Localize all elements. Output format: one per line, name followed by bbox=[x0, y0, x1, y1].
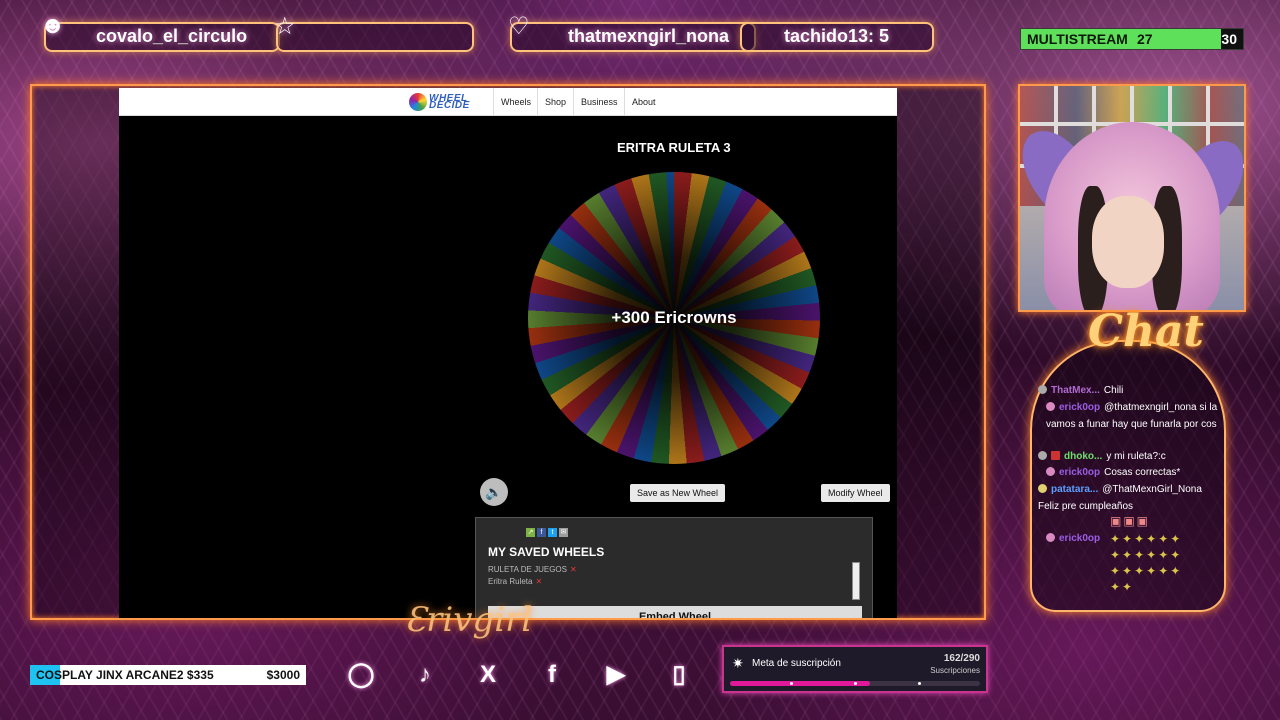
nav-shop[interactable]: Shop bbox=[537, 88, 573, 116]
mod-badge-icon bbox=[1051, 451, 1060, 460]
chat-message: erick0op bbox=[1046, 531, 1106, 548]
instagram-icon: ◯ bbox=[347, 661, 375, 688]
streamer-face bbox=[1092, 196, 1164, 288]
wheel-result: +300 Ericrowns bbox=[611, 308, 737, 327]
chat-message: patatara... @ThatMexnGirl_Nona Feliz pre … bbox=[1038, 482, 1220, 515]
star-icon: ☆ bbox=[274, 13, 296, 40]
saved-wheel-label[interactable]: Eritra Ruleta bbox=[488, 577, 532, 586]
sub-goal-fill bbox=[730, 681, 870, 686]
star-burst-icon: ✷ bbox=[732, 655, 744, 671]
tiktok-icon: ♪ bbox=[419, 661, 431, 688]
chat-text: y mi ruleta?:c bbox=[1106, 451, 1166, 462]
saved-wheel-label[interactable]: RULETA DE JUEGOS bbox=[488, 565, 567, 574]
chat-username[interactable]: ThatMex... bbox=[1051, 385, 1100, 396]
twitter-share-icon[interactable]: t bbox=[548, 528, 557, 537]
user-icon: ☻ bbox=[40, 12, 66, 39]
cosplay-goal-bar: COSPLAY JINX ARCANE2 $335 $3000 bbox=[30, 665, 306, 685]
badge-icon bbox=[1038, 484, 1047, 493]
recent-sub-name: thatmexngirl_nona bbox=[568, 26, 730, 46]
chat-username[interactable]: erick0op bbox=[1059, 533, 1100, 544]
chat-text: Cosas correctas* bbox=[1104, 467, 1181, 478]
chat-message: erick0op Cosas correctas* bbox=[1046, 465, 1222, 482]
multistream-label: MULTISTREAM bbox=[1027, 31, 1128, 47]
nav-business[interactable]: Business bbox=[573, 88, 625, 116]
badge-icon bbox=[1038, 385, 1047, 394]
sub-goal-card: ✷ Meta de suscripción 162/290 Suscripcio… bbox=[722, 645, 988, 693]
badge-icon bbox=[1046, 533, 1055, 542]
saved-wheel-item[interactable]: RULETA DE JUEGOS ✕ bbox=[488, 565, 577, 574]
sub-goal-unit: Suscripciones bbox=[930, 666, 980, 675]
save-as-new-wheel-button[interactable]: Save as New Wheel bbox=[630, 484, 726, 502]
milestone-dot bbox=[790, 682, 793, 685]
streamer-signature-logo: Ɛrivgirl bbox=[405, 600, 533, 640]
site-navbar: WHEEL DECIDE Wheels Shop Business About bbox=[119, 88, 897, 116]
saved-wheels-title: MY SAVED WHEELS bbox=[488, 545, 605, 559]
youtube-icon: ▶ bbox=[606, 661, 626, 688]
wheel-title: ERITRA RULETA 3 bbox=[617, 140, 731, 155]
multistream-count: 27 bbox=[1137, 31, 1153, 47]
milestone-dot bbox=[854, 682, 857, 685]
facebook-share-icon[interactable]: f bbox=[537, 528, 546, 537]
chat-emotes: ▣▣▣ bbox=[1110, 514, 1151, 528]
chat-username[interactable]: erick0op bbox=[1059, 402, 1100, 413]
sub-goal-track bbox=[730, 681, 980, 686]
wheel-logo-icon bbox=[409, 93, 427, 111]
email-share-icon[interactable]: ✉ bbox=[559, 528, 568, 537]
chat-emotes: ✦✦✦✦✦✦ ✦✦✦✦✦✦ ✦✦✦✦✦✦ ✦✦ bbox=[1110, 532, 1183, 594]
recent-follower-name: covalo_el_circulo bbox=[96, 26, 248, 46]
heart-icon: ♡ bbox=[508, 13, 530, 40]
webcam-frame bbox=[1018, 84, 1246, 312]
saved-wheel-item[interactable]: Eritra Ruleta ✕ bbox=[488, 577, 542, 586]
embed-wheel-button[interactable]: Embed Wheel bbox=[488, 606, 862, 618]
chat-message: erick0op @thatmexngirl_nona si la vamos a… bbox=[1046, 400, 1222, 433]
badge-icon bbox=[1038, 451, 1047, 460]
modify-wheel-button[interactable]: Modify Wheel bbox=[821, 484, 890, 502]
x-icon: X bbox=[479, 661, 496, 688]
chat-username[interactable]: dhoko... bbox=[1064, 451, 1102, 462]
sub-goal-count: 162/290 bbox=[943, 653, 980, 664]
chat-text: Chili bbox=[1103, 385, 1124, 396]
chat-username[interactable]: erick0op bbox=[1059, 467, 1100, 478]
goal-label: COSPLAY JINX ARCANE2 $335 bbox=[36, 668, 214, 682]
twitch-icon: ▯ bbox=[672, 661, 686, 688]
goal-target: $3000 bbox=[266, 668, 300, 682]
badge-icon bbox=[1046, 467, 1055, 476]
sub-goal-title: Meta de suscripción bbox=[752, 658, 841, 669]
nav-about[interactable]: About bbox=[624, 88, 663, 116]
share-icon[interactable]: ↗ bbox=[526, 528, 535, 537]
logo-text: WHEEL DECIDE bbox=[429, 93, 470, 111]
chat-message: dhoko... y mi ruleta?:c bbox=[1038, 449, 1220, 466]
chat-username[interactable]: patatara... bbox=[1051, 484, 1098, 495]
top-gift-name: tachido13: 5 bbox=[784, 26, 890, 46]
facebook-icon: f bbox=[548, 661, 556, 688]
sound-toggle-icon[interactable]: 🔈 bbox=[480, 478, 508, 506]
saved-wheels-panel: ↗ f t ✉ MY SAVED WHEELS RULETA DE JUEGOS ✕ E… bbox=[475, 517, 873, 618]
share-icons: ↗ f t ✉ bbox=[526, 521, 570, 537]
multistream-goal: MULTISTREAM 27 30 bbox=[1020, 28, 1244, 50]
badge-icon bbox=[1046, 402, 1055, 411]
saved-list-scrollbar[interactable] bbox=[852, 562, 860, 600]
chat-message: ThatMex... Chili bbox=[1038, 383, 1220, 400]
milestone-dot bbox=[918, 682, 921, 685]
multistream-target: 30 bbox=[1221, 31, 1237, 47]
delete-icon[interactable]: ✕ bbox=[570, 565, 577, 574]
delete-icon[interactable]: ✕ bbox=[535, 577, 542, 586]
browser-viewport: WHEEL DECIDE Wheels Shop Business About … bbox=[119, 88, 897, 618]
nav-wheels[interactable]: Wheels bbox=[493, 88, 538, 116]
chat-title: Chat bbox=[1088, 306, 1204, 357]
star-slot bbox=[276, 22, 474, 52]
site-logo[interactable]: WHEEL DECIDE bbox=[409, 93, 481, 111]
